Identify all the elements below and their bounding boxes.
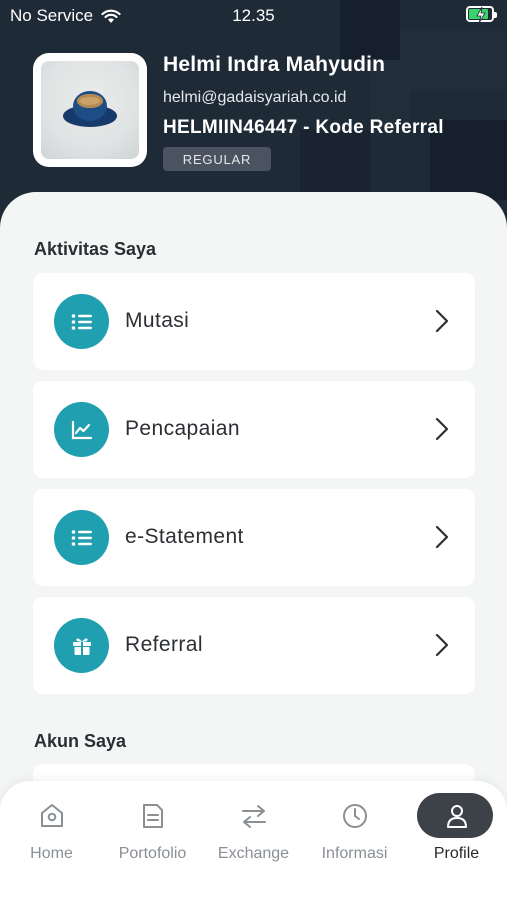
nav-informasi[interactable]: Informasi	[304, 781, 405, 881]
nav-profile[interactable]: Profile	[406, 781, 507, 881]
user-name: Helmi Indra Mahyudin	[163, 53, 386, 76]
chevron-right-icon	[435, 525, 449, 549]
exchange-icon	[241, 805, 266, 828]
clock-icon	[342, 804, 367, 828]
list-icon	[54, 510, 109, 565]
menu-item-label: Referral	[125, 633, 203, 656]
membership-badge: REGULAR	[163, 147, 271, 171]
menu-item-pencapaian[interactable]: Pencapaian	[33, 381, 475, 478]
user-icon	[446, 805, 467, 828]
avatar-photo	[41, 61, 139, 159]
status-bar: No Service 12.35	[0, 0, 507, 32]
chevron-right-icon	[435, 309, 449, 333]
menu-item-label: e-Statement	[125, 525, 244, 548]
battery-icon	[466, 6, 497, 24]
menu-item-mutasi[interactable]: Mutasi	[33, 273, 475, 370]
chevron-right-icon	[435, 633, 449, 657]
bottom-navigation: Home Portofolio Exchange Informasi Profi…	[0, 781, 507, 900]
clock-time: 12.35	[232, 6, 275, 25]
nav-label: Profile	[433, 845, 480, 862]
user-email: helmi@gadaisyariah.co.id	[163, 89, 347, 106]
content-sheet: Aktivitas Saya Mutasi Pencapaian e-State…	[0, 192, 507, 812]
gift-icon	[54, 618, 109, 673]
menu-item-e-statement[interactable]: e-Statement	[33, 489, 475, 586]
nav-label: Portofolio	[118, 845, 187, 862]
nav-label: Exchange	[217, 845, 290, 862]
avatar[interactable]	[33, 53, 147, 167]
chart-icon	[54, 402, 109, 457]
document-icon	[142, 804, 163, 828]
list-icon	[54, 294, 109, 349]
nav-portofolio[interactable]: Portofolio	[102, 781, 203, 881]
nav-home[interactable]: Home	[1, 781, 102, 881]
home-icon	[40, 804, 63, 827]
menu-item-referral[interactable]: Referral	[33, 597, 475, 694]
nav-exchange[interactable]: Exchange	[203, 781, 304, 881]
section-title-aktivitas: Aktivitas Saya	[34, 239, 157, 259]
chevron-right-icon	[435, 417, 449, 441]
nav-label: Home	[30, 845, 73, 862]
section-title-akun: Akun Saya	[34, 731, 127, 751]
referral-code[interactable]: HELMIIN46447 - Kode Referral	[163, 117, 444, 139]
menu-item-label: Mutasi	[125, 309, 190, 332]
menu-item-label: Pencapaian	[125, 417, 240, 440]
nav-label: Informasi	[321, 845, 388, 862]
